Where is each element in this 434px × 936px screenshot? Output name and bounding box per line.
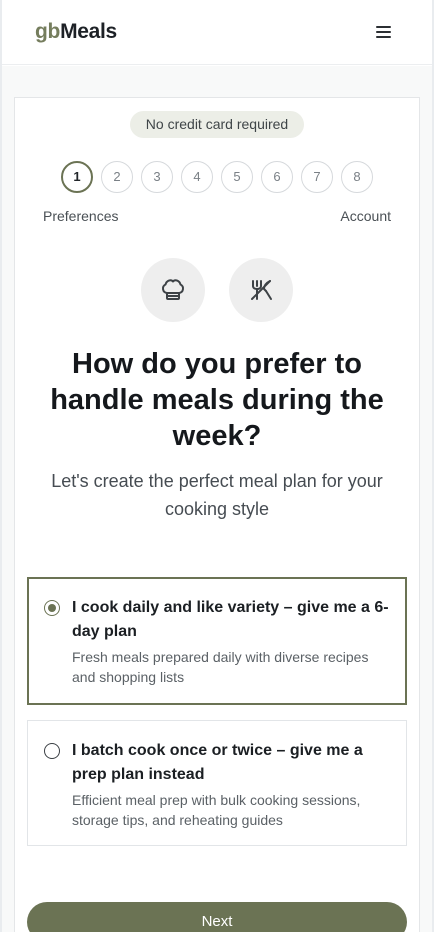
option-description: Efficient meal prep with bulk cooking se… bbox=[72, 792, 361, 828]
step-1: 1 bbox=[61, 161, 93, 193]
step-label-account: Account bbox=[340, 208, 391, 224]
step-7: 7 bbox=[301, 161, 333, 193]
step-label-preferences: Preferences bbox=[43, 208, 119, 224]
option-daily-cooking[interactable]: I cook daily and like variety – give me … bbox=[27, 577, 407, 705]
step-5: 5 bbox=[221, 161, 253, 193]
hamburger-menu-icon[interactable] bbox=[372, 22, 396, 44]
step-4: 4 bbox=[181, 161, 213, 193]
logo-suffix: Meals bbox=[60, 20, 117, 43]
option-title: I cook daily and like variety – give me … bbox=[72, 599, 389, 640]
step-6: 6 bbox=[261, 161, 293, 193]
bottom-edge bbox=[0, 932, 434, 936]
question-subtitle: Let's create the perfect meal plan for y… bbox=[51, 471, 383, 519]
step-8: 8 bbox=[341, 161, 373, 193]
option-batch-cooking[interactable]: I batch cook once or twice – give me a p… bbox=[27, 720, 407, 846]
chef-hat-icon bbox=[141, 258, 205, 322]
logo-prefix: gb bbox=[35, 20, 61, 43]
step-3: 3 bbox=[141, 161, 173, 193]
gbmeals-logo[interactable]: gbMeals bbox=[35, 20, 117, 44]
radio-selected[interactable] bbox=[44, 600, 60, 616]
no-credit-card-badge: No credit card required bbox=[130, 111, 304, 138]
fork-knife-icon bbox=[229, 258, 293, 322]
radio-unselected[interactable] bbox=[44, 743, 60, 759]
option-title: I batch cook once or twice – give me a p… bbox=[72, 742, 363, 783]
option-description: Fresh meals prepared daily with diverse … bbox=[72, 649, 369, 685]
next-button[interactable]: Next bbox=[27, 902, 407, 936]
top-header: gbMeals bbox=[2, 0, 432, 65]
step-2: 2 bbox=[101, 161, 133, 193]
question-title: How do you prefer to handle meals during… bbox=[50, 348, 384, 452]
